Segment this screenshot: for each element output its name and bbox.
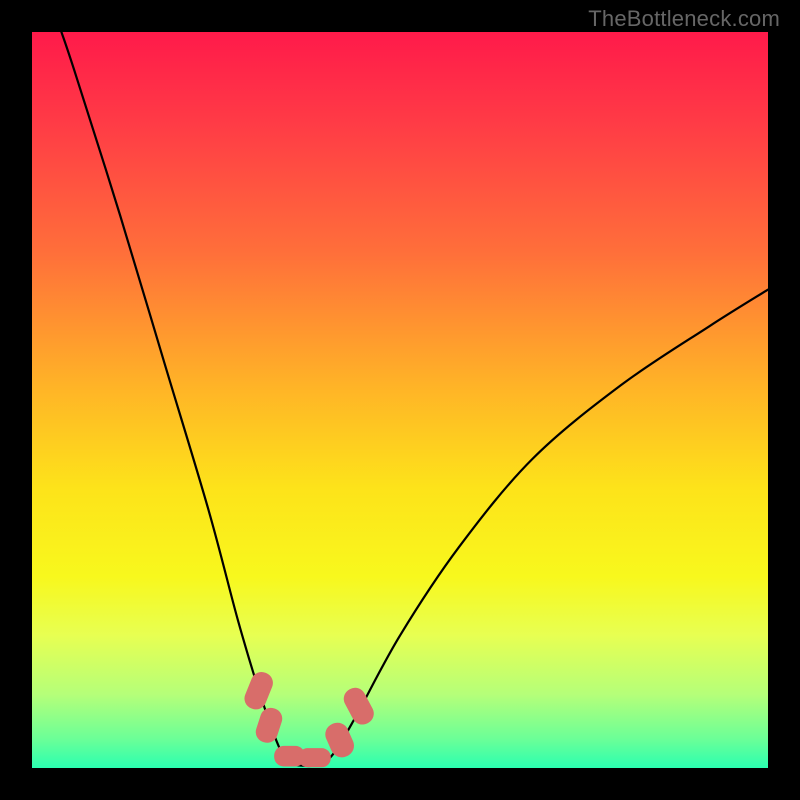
curve-layer — [32, 32, 768, 768]
valley-marker — [298, 748, 330, 767]
valley-marker — [241, 669, 276, 713]
watermark-text: TheBottleneck.com — [588, 6, 780, 32]
bottleneck-curve — [61, 32, 768, 766]
chart-frame: TheBottleneck.com — [0, 0, 800, 800]
plot-area — [32, 32, 768, 768]
valley-marker — [253, 705, 285, 745]
valley-marker — [340, 684, 377, 728]
marker-layer — [241, 669, 377, 767]
